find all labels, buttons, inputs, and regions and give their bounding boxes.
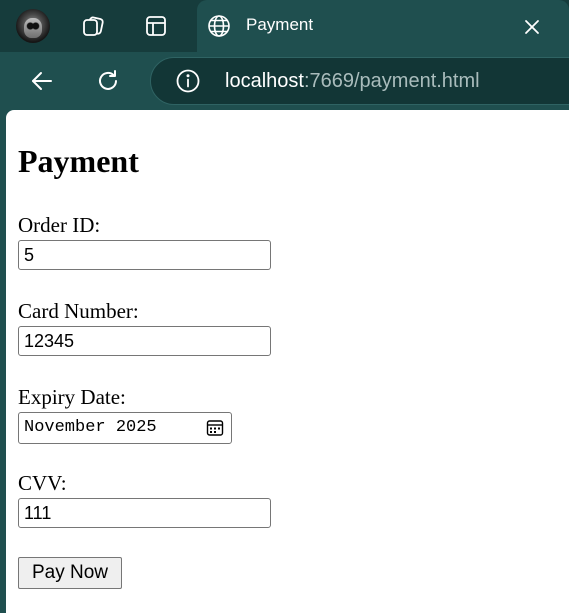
reload-icon <box>99 70 117 90</box>
tab-title: Payment <box>246 15 314 34</box>
profile-button[interactable] <box>13 8 53 44</box>
browser-toolbar: localhost:7669/payment.html <box>0 52 569 110</box>
page-title: Payment <box>18 143 139 179</box>
globe-icon <box>208 15 230 37</box>
tab-actions-icon <box>146 16 166 36</box>
info-icon[interactable] <box>175 68 201 94</box>
expiry-date-value: November 2025 <box>24 418 157 437</box>
calendar-icon[interactable] <box>206 419 224 437</box>
workspaces-button[interactable] <box>73 8 113 44</box>
back-arrow-icon <box>32 72 52 90</box>
tab-close-button[interactable] <box>519 14 545 40</box>
card-number-label: Card Number: <box>18 299 139 323</box>
url-host: localhost <box>225 70 304 92</box>
card-number-input[interactable]: 12345 <box>18 326 271 356</box>
url-path: :7669/payment.html <box>303 70 480 92</box>
back-button[interactable] <box>22 62 62 100</box>
page-content: Payment Order ID: 5 Card Number: 12345 E… <box>6 110 569 613</box>
profile-avatar <box>16 9 50 43</box>
order-id-input[interactable]: 5 <box>18 240 271 270</box>
pay-now-button[interactable]: Pay Now <box>18 557 122 589</box>
tab-actions-button[interactable] <box>136 8 176 44</box>
url-text[interactable]: localhost:7669/payment.html <box>225 70 480 93</box>
active-tab[interactable]: Payment <box>197 0 569 52</box>
expiry-date-label: Expiry Date: <box>18 385 126 409</box>
cvv-input[interactable]: 111 <box>18 498 271 528</box>
reload-button[interactable] <box>88 62 128 100</box>
cvv-label: CVV: <box>18 471 67 495</box>
address-bar[interactable]: localhost:7669/payment.html <box>150 57 569 105</box>
order-id-label: Order ID: <box>18 213 101 237</box>
tab-strip: Payment <box>0 0 569 52</box>
workspaces-icon <box>83 16 104 36</box>
expiry-date-input[interactable]: November 2025 <box>18 412 232 444</box>
close-icon <box>525 20 539 34</box>
